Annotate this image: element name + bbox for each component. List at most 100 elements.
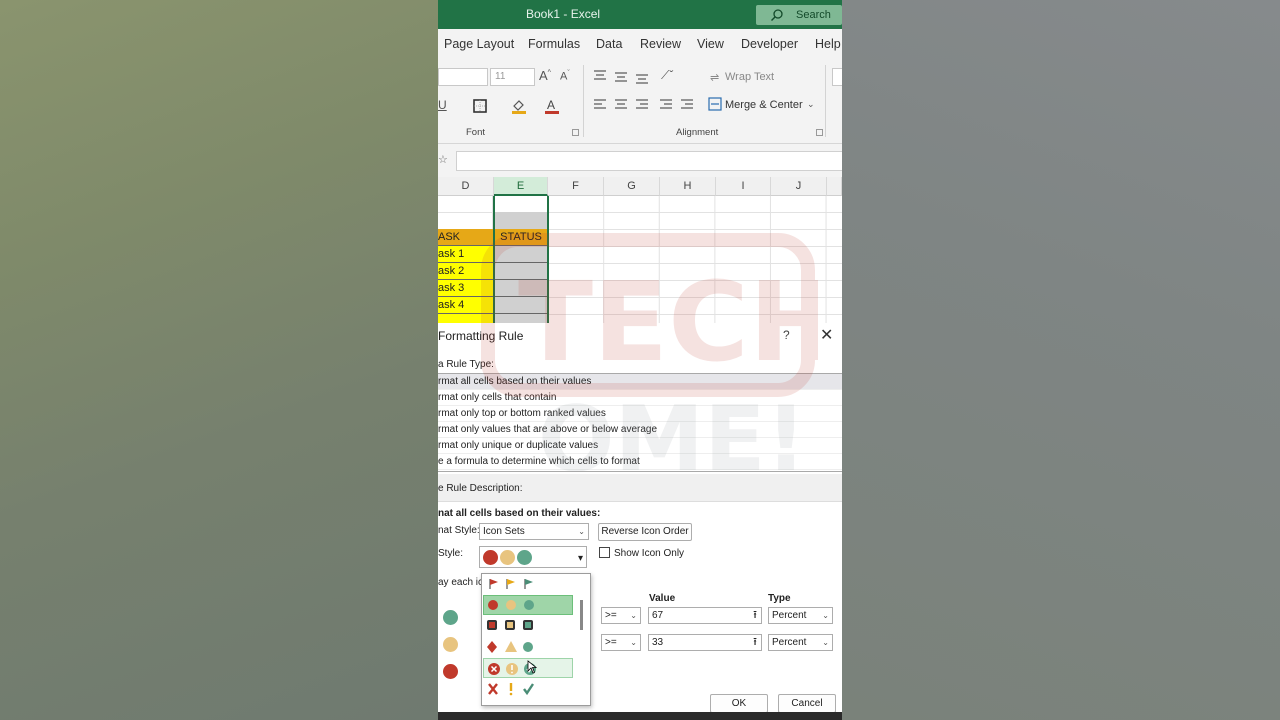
alignment-dialog-launcher[interactable] xyxy=(816,129,823,136)
tab-page-layout[interactable]: Page Layout xyxy=(444,37,514,51)
column-header-g[interactable]: G xyxy=(604,177,660,196)
value-column-header: Value xyxy=(649,593,676,604)
green-circle-icon xyxy=(517,550,532,565)
font-dialog-launcher[interactable] xyxy=(572,129,579,136)
cancel-button[interactable]: Cancel xyxy=(778,694,836,713)
search-box[interactable]: Search xyxy=(756,5,842,25)
close-icon[interactable]: ✕ xyxy=(820,325,833,345)
red-circle-icon xyxy=(483,550,498,565)
orientation-icon[interactable]: ⟋ˇ xyxy=(661,68,673,83)
formatting-rule-dialog: Formatting Rule ? ✕ a Rule Type: rmat al… xyxy=(438,323,842,720)
range-select-icon[interactable]: ⭱ xyxy=(753,635,757,650)
status-header-cell[interactable]: STATUS xyxy=(495,229,547,246)
show-icon-only-checkbox[interactable] xyxy=(599,547,610,558)
task-header-cell[interactable]: ASK xyxy=(438,229,493,246)
icon-set-flags[interactable] xyxy=(483,574,573,594)
rule-type-item[interactable]: rmat only cells that contain xyxy=(438,390,842,406)
rule-type-item[interactable]: rmat only top or bottom ranked values xyxy=(438,406,842,422)
icon-style-label: Style: xyxy=(438,548,464,559)
rule-type-item[interactable]: e a formula to determine which cells to … xyxy=(438,454,842,470)
signs-icon xyxy=(487,641,533,653)
ribbon-body: 11 A^ Aˇ U A Font ⟋ˇ ⇌ Wrap Text Merge &… xyxy=(438,59,842,144)
rule-type-list: rmat all cells based on their values rma… xyxy=(438,373,842,472)
group-separator xyxy=(825,65,826,137)
type-select[interactable]: Percent ⌄ xyxy=(768,607,833,624)
type-value: Percent xyxy=(772,637,807,648)
status-cell[interactable] xyxy=(495,297,547,314)
chevron-down-icon: ⌄ xyxy=(630,638,637,647)
fill-color-icon[interactable] xyxy=(510,97,528,115)
icon-set-rimmed-circles[interactable] xyxy=(483,616,573,636)
merge-center-label[interactable]: Merge & Center xyxy=(725,99,803,111)
tab-review[interactable]: Review xyxy=(640,37,681,51)
alignment-group-label: Alignment xyxy=(676,127,719,138)
column-header-k[interactable] xyxy=(827,177,842,196)
merge-dropdown-icon[interactable]: ⌄ xyxy=(807,99,815,110)
font-size-value: 11 xyxy=(495,71,506,82)
decrease-font-icon[interactable]: Aˇ xyxy=(560,70,570,83)
increase-font-icon[interactable]: A^ xyxy=(539,68,551,83)
display-each-icon-label: ay each ic xyxy=(438,577,484,588)
task-cell[interactable]: ask 1 xyxy=(438,246,493,263)
ok-button[interactable]: OK xyxy=(710,694,768,713)
mouse-cursor-icon xyxy=(527,660,537,674)
icon-set-symbols[interactable] xyxy=(483,679,573,699)
rule-type-item[interactable]: rmat all cells based on their values xyxy=(438,374,842,390)
chevron-down-icon: ⌄ xyxy=(822,611,829,620)
column-header-i[interactable]: I xyxy=(716,177,771,196)
operator-select[interactable]: >= ⌄ xyxy=(601,607,641,624)
font-size-dropdown[interactable]: 11 xyxy=(490,68,535,86)
status-cell[interactable] xyxy=(495,280,547,297)
excel-window: Book1 - Excel Search Page Layout Formula… xyxy=(438,0,842,720)
search-icon xyxy=(771,9,783,21)
task-cell[interactable]: ask 2 xyxy=(438,263,493,280)
cell-e2[interactable] xyxy=(495,212,547,229)
merge-icon[interactable] xyxy=(708,97,722,111)
horizontal-align-icons[interactable] xyxy=(593,98,713,112)
value-input[interactable]: 33 ⭱ xyxy=(648,634,762,651)
formula-input[interactable] xyxy=(456,151,842,171)
tab-formulas[interactable]: Formulas xyxy=(528,37,580,51)
task-cell[interactable]: ask 4 xyxy=(438,297,493,314)
formula-bar: ☆ xyxy=(438,144,842,177)
column-header-h[interactable]: H xyxy=(660,177,716,196)
rule-type-item[interactable]: rmat only unique or duplicate values xyxy=(438,438,842,454)
rule-type-item[interactable]: rmat only values that are above or below… xyxy=(438,422,842,438)
task-cell[interactable]: ask 3 xyxy=(438,280,493,297)
dropdown-scrollbar[interactable] xyxy=(580,600,583,630)
format-style-label: nat Style: xyxy=(438,525,480,536)
icon-set-circles[interactable] xyxy=(483,595,573,615)
type-column-header: Type xyxy=(768,593,791,604)
help-button[interactable]: ? xyxy=(783,328,790,342)
wrap-text-icon[interactable]: ⇌ xyxy=(710,71,719,84)
status-cell[interactable] xyxy=(495,246,547,263)
value-text: 67 xyxy=(652,610,664,621)
borders-icon[interactable] xyxy=(472,98,488,114)
type-select[interactable]: Percent ⌄ xyxy=(768,634,833,651)
font-color-icon[interactable]: A xyxy=(544,97,560,115)
tab-view[interactable]: View xyxy=(697,37,724,51)
status-cell[interactable] xyxy=(495,263,547,280)
rule-description-label: e Rule Description: xyxy=(438,483,523,494)
icon-set-signs[interactable] xyxy=(483,637,573,657)
value-input[interactable]: 67 ⭱ xyxy=(648,607,762,624)
operator-select[interactable]: >= ⌄ xyxy=(601,634,641,651)
column-header-d[interactable]: D xyxy=(438,177,494,196)
reverse-icon-order-button[interactable]: Reverse Icon Order xyxy=(598,523,692,541)
type-value: Percent xyxy=(772,610,807,621)
fx-icon: ☆ xyxy=(438,154,448,166)
range-select-icon[interactable]: ⭱ xyxy=(753,608,757,623)
font-name-dropdown[interactable] xyxy=(438,68,488,86)
vertical-align-icons[interactable] xyxy=(593,69,663,85)
icon-style-select[interactable]: ▾ xyxy=(479,546,587,568)
underline-icon[interactable]: U xyxy=(438,98,447,112)
column-header-j[interactable]: J xyxy=(771,177,827,196)
format-style-select[interactable]: Icon Sets ⌄ xyxy=(479,523,589,540)
tab-developer[interactable]: Developer xyxy=(741,37,798,51)
column-header-f[interactable]: F xyxy=(548,177,604,196)
number-format-dropdown[interactable] xyxy=(832,68,842,86)
tab-data[interactable]: Data xyxy=(596,37,622,51)
wrap-text-label[interactable]: Wrap Text xyxy=(725,71,774,83)
tab-help[interactable]: Help xyxy=(815,37,841,51)
column-header-e[interactable]: E xyxy=(494,177,548,196)
